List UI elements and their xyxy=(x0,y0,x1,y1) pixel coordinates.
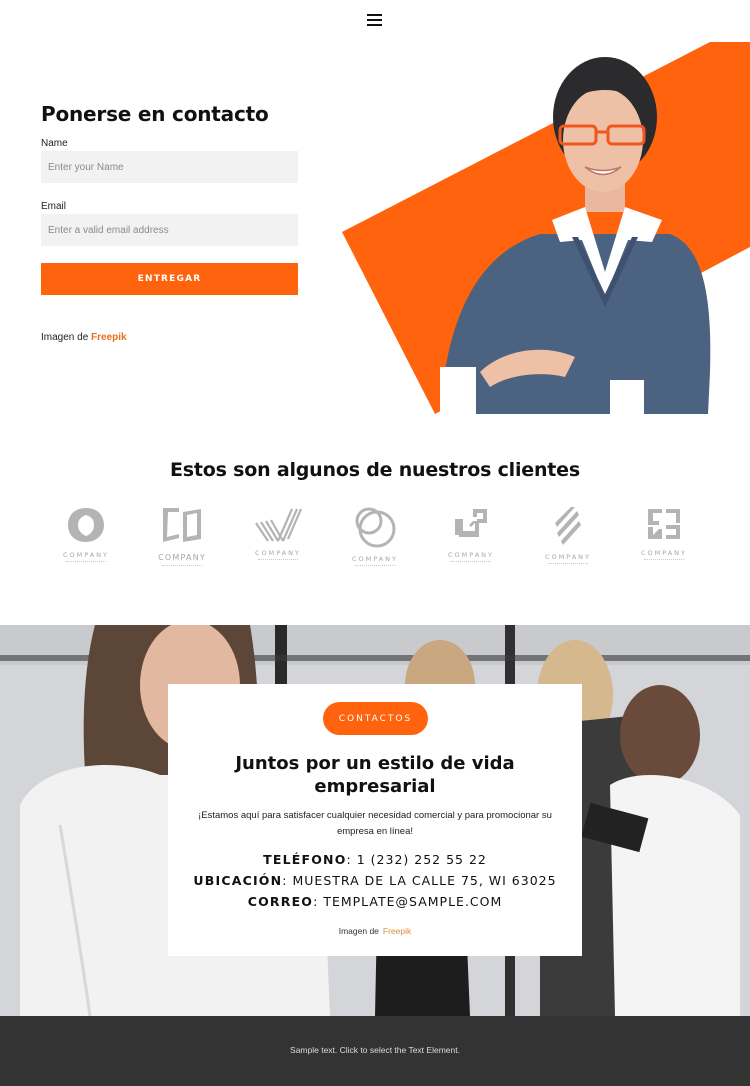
name-label: Name xyxy=(41,138,68,149)
client-logo[interactable]: COMPANY xyxy=(335,505,415,571)
email-label: CORREO xyxy=(247,894,314,909)
contact-banner: CONTACTOS Juntos por un estilo de vida e… xyxy=(0,625,750,1016)
menu-bar xyxy=(367,14,382,16)
client-logo-text: COMPANY xyxy=(254,549,302,557)
location-line: UBICACIÓN: MUESTRA DE LA CALLE 75, WI 63… xyxy=(168,873,582,888)
client-logo[interactable]: COMPANY xyxy=(624,505,704,571)
client-logo-tagline xyxy=(258,559,298,561)
diagonal-slashes-logo-icon xyxy=(555,507,581,545)
client-logos: COMPANY COMPANY COMPANY COMPANY COMPANY … xyxy=(0,505,750,575)
image-credit: Imagen de Freepik xyxy=(41,332,127,343)
email-value: : TEMPLATE@SAMPLE.COM xyxy=(313,894,503,909)
client-logo-text: COMPANY xyxy=(447,551,495,559)
client-logo-tagline xyxy=(644,559,684,561)
card-description: ¡Estamos aquí para satisfacer cualquier … xyxy=(198,810,552,837)
client-logo-text: COMPANY xyxy=(351,555,399,563)
striped-check-logo-icon xyxy=(255,508,302,542)
menu-bar xyxy=(367,19,382,21)
contact-card: CONTACTOS Juntos por un estilo de vida e… xyxy=(168,684,582,956)
phone-line: TELÉFONO: 1 (232) 252 55 22 xyxy=(168,852,582,867)
client-logo[interactable]: COMPANY xyxy=(431,505,511,571)
client-logo-tagline xyxy=(162,565,202,567)
form-title: Ponerse en contacto xyxy=(41,102,269,126)
submit-button[interactable]: ENTREGAR xyxy=(41,263,298,295)
email-input[interactable] xyxy=(41,214,298,246)
phone-value: : 1 (232) 252 55 22 xyxy=(346,852,487,867)
ring-logo-icon xyxy=(68,508,104,542)
client-logo[interactable]: COMPANY xyxy=(238,505,318,571)
footer-text[interactable]: Sample text. Click to select the Text El… xyxy=(0,1045,750,1055)
card-image-credit: Imagen de Freepik xyxy=(168,926,582,936)
menu-bar xyxy=(367,24,382,26)
client-logo[interactable]: COMPANY xyxy=(142,505,222,571)
clients-title: Estos son algunos de nuestros clientes xyxy=(170,459,580,481)
contacts-pill-button[interactable]: CONTACTOS xyxy=(323,702,428,735)
client-logo-tagline xyxy=(451,561,491,563)
freepik-link[interactable]: Freepik xyxy=(383,926,411,936)
client-logo-tagline xyxy=(66,561,106,563)
hamburger-menu-icon[interactable] xyxy=(367,14,382,26)
open-book-logo-icon xyxy=(163,508,201,542)
location-label: UBICACIÓN xyxy=(193,873,283,888)
overlapping-circles-logo-icon xyxy=(355,507,396,548)
squares-arrow-logo-icon xyxy=(455,509,487,537)
location-value: : MUESTRA DE LA CALLE 75, WI 63025 xyxy=(282,873,557,888)
credit-prefix: Imagen de xyxy=(338,926,379,936)
client-logo-text: COMPANY xyxy=(62,551,110,559)
credit-prefix: Imagen de xyxy=(41,332,89,343)
geometric-square-logo-icon xyxy=(648,509,680,539)
client-logo-tagline xyxy=(548,563,588,565)
client-logo[interactable]: COMPANY xyxy=(46,505,126,571)
contact-section: Ponerse en contacto Name Email ENTREGAR … xyxy=(0,42,750,414)
email-label: Email xyxy=(41,201,67,212)
client-logo-text: COMPANY xyxy=(544,553,592,561)
email-line: CORREO: TEMPLATE@SAMPLE.COM xyxy=(168,894,582,909)
name-input[interactable] xyxy=(41,151,298,183)
client-logo-text: COMPANY xyxy=(158,553,206,562)
client-logo-text: COMPANY xyxy=(640,549,688,557)
client-logo-tagline xyxy=(355,565,395,567)
header xyxy=(0,0,750,42)
freepik-link[interactable]: Freepik xyxy=(91,332,127,343)
footer: Sample text. Click to select the Text El… xyxy=(0,1016,750,1086)
hero-image xyxy=(342,42,750,414)
card-title: Juntos por un estilo de vida empresarial xyxy=(235,753,515,797)
client-logo[interactable]: COMPANY xyxy=(528,505,608,571)
phone-label: TELÉFONO xyxy=(263,852,347,867)
